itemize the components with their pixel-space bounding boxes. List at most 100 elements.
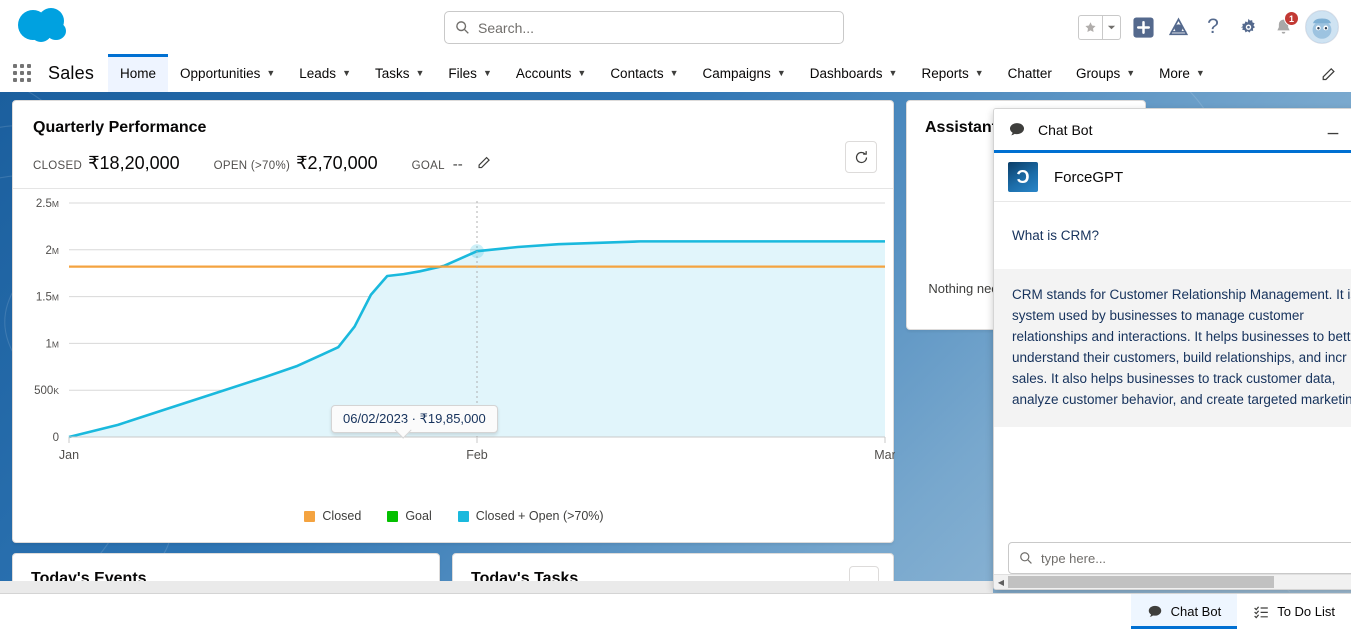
global-search-placeholder: Search... xyxy=(478,20,534,36)
chevron-down-icon[interactable]: ▼ xyxy=(1126,68,1135,78)
page-horizontal-scrollbar[interactable] xyxy=(0,581,993,593)
app-name-label[interactable]: Sales xyxy=(44,54,108,92)
notifications-bell-icon[interactable]: 1 xyxy=(1270,14,1296,40)
chevron-down-icon[interactable]: ▼ xyxy=(889,68,898,78)
legend-label: Closed xyxy=(322,509,361,523)
scrollbar-thumb[interactable] xyxy=(1008,576,1274,588)
nav-tab-label: Chatter xyxy=(1008,66,1052,81)
app-navigation-bar: Sales HomeOpportunities▼Leads▼Tasks▼File… xyxy=(0,54,1351,92)
nav-tab-files[interactable]: Files ▼ xyxy=(436,54,503,92)
nav-tab-chatter[interactable]: Chatter xyxy=(996,54,1064,92)
nav-edit-pencil-icon[interactable] xyxy=(1317,54,1351,92)
nav-tab-accounts[interactable]: Accounts▼ xyxy=(504,54,598,92)
chat-bot-input[interactable]: type here... xyxy=(1008,542,1351,574)
chat-message-bot: CRM stands for Customer Relationship Man… xyxy=(994,269,1351,427)
svg-text:Feb: Feb xyxy=(466,448,488,462)
nav-tab-label: Contacts xyxy=(610,66,663,81)
performance-kpi-row: CLOSED ₹18,20,000 OPEN (>70%) ₹2,70,000 … xyxy=(13,137,893,189)
chevron-down-icon[interactable]: ▼ xyxy=(342,68,351,78)
nav-tab-label: Campaigns xyxy=(703,66,771,81)
legend-item[interactable]: Closed xyxy=(304,509,361,523)
chevron-down-icon[interactable]: ▼ xyxy=(266,68,275,78)
svg-text:Jan: Jan xyxy=(59,448,79,462)
chevron-down-icon[interactable]: ▼ xyxy=(577,68,586,78)
kpi-closed-value: ₹18,20,000 xyxy=(88,153,180,174)
nav-tab-campaigns[interactable]: Campaigns ▼ xyxy=(691,54,798,92)
user-avatar[interactable] xyxy=(1305,10,1339,44)
chevron-down-icon[interactable]: ▼ xyxy=(777,68,786,78)
favorites-star-icon[interactable] xyxy=(1078,15,1102,40)
global-search-box[interactable]: Search... xyxy=(444,11,844,44)
setup-gear-icon[interactable] xyxy=(1235,14,1261,40)
minimize-icon[interactable] xyxy=(1322,119,1344,141)
legend-swatch xyxy=(458,511,469,522)
nav-tab-label: Home xyxy=(120,66,156,81)
utility-item-to-do-list[interactable]: To Do List xyxy=(1237,594,1351,629)
search-icon xyxy=(455,20,470,35)
add-plus-icon[interactable] xyxy=(1130,14,1156,40)
forcegpt-logo-icon: Ɔ xyxy=(1008,162,1038,192)
nav-tab-dashboards[interactable]: Dashboards▼ xyxy=(798,54,910,92)
svg-text:0: 0 xyxy=(53,432,59,444)
checklist-icon xyxy=(1253,604,1269,620)
performance-chart-svg: 0500K1M1.5M2M2.5MJanFebMar xyxy=(13,189,895,489)
chevron-down-icon[interactable]: ▼ xyxy=(483,68,492,78)
nav-tab-reports[interactable]: Reports ▼ xyxy=(909,54,995,92)
nav-tab-tasks[interactable]: Tasks ▼ xyxy=(363,54,436,92)
nav-tab-leads[interactable]: Leads ▼ xyxy=(287,54,363,92)
chat-bot-agent-row[interactable]: Ɔ ForceGPT xyxy=(994,153,1351,202)
performance-chart[interactable]: 0500K1M1.5M2M2.5MJanFebMar 06/02/2023 · … xyxy=(13,189,895,529)
app-launcher-grid-icon[interactable] xyxy=(0,54,44,92)
chat-bot-message-list: What is CRM? CRM stands for Customer Rel… xyxy=(994,202,1351,532)
legend-item[interactable]: Closed + Open (>70%) xyxy=(458,509,604,523)
nav-tab-groups[interactable]: Groups▼ xyxy=(1064,54,1147,92)
kpi-goal-value: -- xyxy=(453,156,463,173)
chat-message-bot-line: analyze customer behavior, and create ta… xyxy=(1012,390,1351,411)
nav-tab-more[interactable]: More ▼ xyxy=(1147,54,1217,92)
svg-text:Mar: Mar xyxy=(874,448,895,462)
chat-bot-horizontal-scrollbar[interactable]: ◀ ▶ xyxy=(994,574,1351,589)
chart-legend: Closed Goal Closed + Open (>70%) xyxy=(13,509,895,523)
svg-text:2.5M: 2.5M xyxy=(36,198,59,210)
legend-label: Closed + Open (>70%) xyxy=(476,509,604,523)
svg-text:1M: 1M xyxy=(46,338,60,350)
nav-tab-opportunities[interactable]: Opportunities ▼ xyxy=(168,54,287,92)
nav-tab-label: More xyxy=(1159,66,1190,81)
legend-swatch xyxy=(304,511,315,522)
kpi-goal-label: GOAL xyxy=(412,160,445,172)
goal-edit-pencil-icon[interactable] xyxy=(477,154,492,169)
svg-text:2M: 2M xyxy=(46,245,60,257)
global-header: Search... xyxy=(0,0,1351,54)
mobile-cloud-icon[interactable] xyxy=(1165,14,1191,40)
nav-tab-label: Files xyxy=(448,66,477,81)
utility-item-chat-bot[interactable]: Chat Bot xyxy=(1131,594,1238,629)
nav-tab-label: Tasks xyxy=(375,66,410,81)
chevron-down-icon[interactable]: ▼ xyxy=(975,68,984,78)
search-icon xyxy=(1019,551,1033,565)
chevron-down-icon[interactable]: ▼ xyxy=(416,68,425,78)
help-icon[interactable]: ? xyxy=(1200,14,1226,40)
chat-message-user: What is CRM? xyxy=(994,202,1351,269)
nav-tab-label: Reports xyxy=(921,66,968,81)
utility-bar: Chat BotTo Do List xyxy=(0,593,1351,629)
refresh-button[interactable] xyxy=(845,141,877,173)
chat-message-bot-line: CRM stands for Customer Relationship Man… xyxy=(1012,285,1351,306)
chevron-down-icon[interactable]: ▼ xyxy=(1196,68,1205,78)
legend-swatch xyxy=(387,511,398,522)
salesforce-cloud-logo[interactable] xyxy=(16,6,72,46)
legend-item[interactable]: Goal xyxy=(387,509,431,523)
scroll-left-arrow-icon[interactable]: ◀ xyxy=(994,578,1008,587)
nav-tab-contacts[interactable]: Contacts ▼ xyxy=(598,54,690,92)
svg-text:1.5M: 1.5M xyxy=(36,292,59,304)
chat-bot-panel-header[interactable]: Chat Bot xyxy=(994,109,1351,153)
kpi-closed-label: CLOSED xyxy=(33,160,82,172)
favorites-group[interactable] xyxy=(1078,15,1121,40)
quarterly-performance-card: Quarterly Performance CLOSED ₹18,20,000 … xyxy=(12,100,894,543)
chat-bot-panel: Chat Bot Ɔ ForceGPT What is CRM? CRM sta… xyxy=(993,108,1351,590)
chat-bubble-icon xyxy=(1147,604,1163,620)
favorites-dropdown-icon[interactable] xyxy=(1102,15,1121,40)
nav-tab-label: Opportunities xyxy=(180,66,260,81)
chevron-down-icon[interactable]: ▼ xyxy=(670,68,679,78)
nav-tab-home[interactable]: Home xyxy=(108,54,168,92)
nav-tab-label: Leads xyxy=(299,66,336,81)
